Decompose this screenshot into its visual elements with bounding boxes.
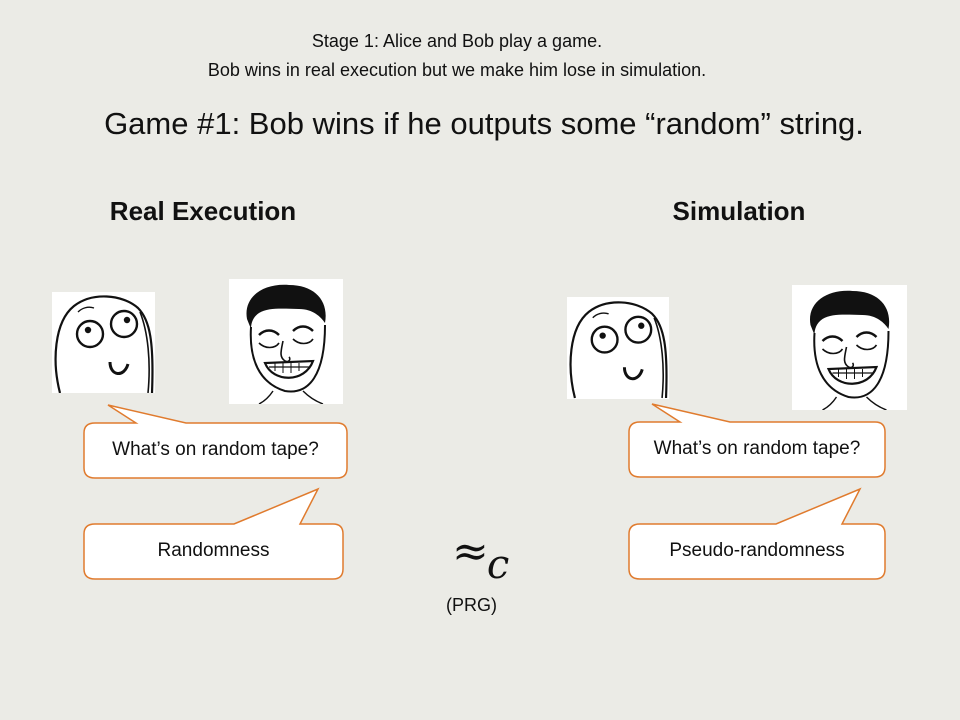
alice-face-sim <box>567 297 669 399</box>
real-question-text: What’s on random tape? <box>112 439 319 460</box>
sim-question-text: What’s on random tape? <box>653 438 861 459</box>
real-answer-bubble <box>83 487 344 580</box>
game-title: Game #1: Bob wins if he outputs some “ra… <box>104 106 864 141</box>
approx-subscript: c <box>486 542 510 588</box>
bob-face-real <box>229 279 343 404</box>
computational-indistinguishability-symbol: ≈c <box>452 526 509 588</box>
bob-laughing-face-icon <box>246 284 326 404</box>
alice-face-real <box>52 292 155 393</box>
simulation-heading: Simulation <box>672 196 806 226</box>
bob-face-sim <box>792 285 907 410</box>
stage-description-line-1: Stage 1: Alice and Bob play a game. <box>311 31 603 51</box>
bob-laughing-face-icon <box>809 290 890 410</box>
prg-label: (PRG) <box>446 595 497 615</box>
sim-answer-text: Pseudo-randomness <box>669 540 845 561</box>
approx-glyph: ≈ <box>452 526 489 577</box>
stage-description-line-2: Bob wins in real execution but we make h… <box>207 60 707 80</box>
alice-rage-face-icon <box>54 295 154 393</box>
real-answer-text: Randomness <box>157 540 270 561</box>
alice-rage-face-icon <box>569 301 668 399</box>
real-execution-heading: Real Execution <box>109 196 297 226</box>
sim-answer-bubble <box>628 487 886 580</box>
